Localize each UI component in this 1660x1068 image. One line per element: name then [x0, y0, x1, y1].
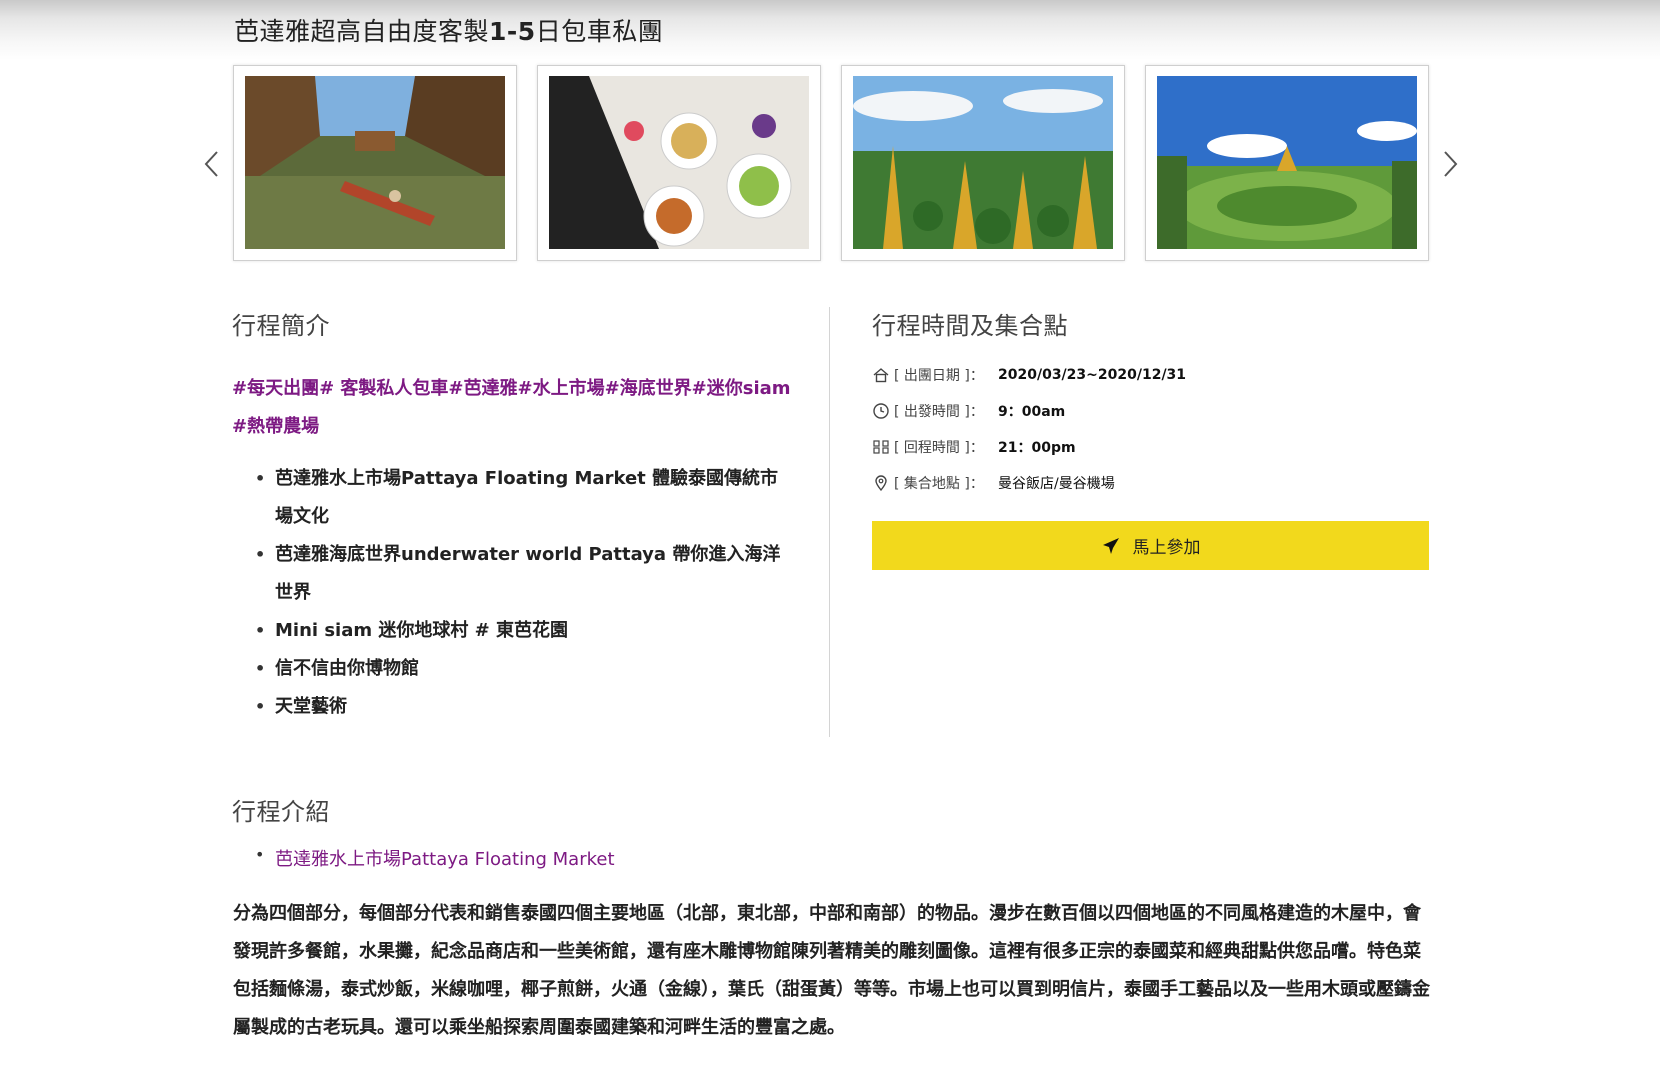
golden-pagoda-garden-photo: [853, 76, 1113, 249]
hashtags: #每天出團# 客製私人包車#芭達雅#水上市場#海底世界#迷你siam #熱帶農場: [232, 378, 791, 437]
chevron-right-icon: [1444, 151, 1458, 177]
list-item: 天堂藝術: [255, 688, 785, 726]
intro-paragraph: 分為四個部分，每個部分代表和銷售泰國四個主要地區（北部，東北部，中部和南部）的物…: [233, 903, 1430, 1038]
airplane-icon: [1102, 537, 1119, 554]
list-item: 芭達雅海底世界underwater world Pattaya 帶你進入海洋世界: [255, 536, 785, 612]
highlight-list: 芭達雅水上市場Pattaya Floating Market 體驗泰國傳統市場文…: [255, 460, 785, 726]
carousel-card-3[interactable]: [841, 65, 1125, 261]
nong-nooch-garden-photo: [1157, 76, 1417, 249]
thai-food-photo: [549, 76, 809, 249]
list-item: Mini siam 迷你地球村 # 東芭花園: [255, 612, 785, 650]
meeting-point-row: [ 集合地點 ]： 曼谷飯店/曼谷機場: [872, 472, 1115, 494]
carousel-next-button[interactable]: [1440, 150, 1460, 178]
chevron-left-icon: [204, 151, 218, 177]
return-time-label: [ 回程時間 ]：: [894, 440, 984, 456]
carousel-card-2[interactable]: [537, 65, 821, 261]
departure-date-row: [ 出團日期 ]： 2020/03/23~2020/12/31: [872, 364, 1186, 386]
return-time-value: 21：00pm: [998, 440, 1076, 456]
departure-time-value: 9：00am: [998, 404, 1066, 420]
return-icon: [873, 440, 889, 454]
location-pin-icon: [875, 475, 887, 492]
schedule-heading: 行程時間及集合點: [872, 312, 1068, 340]
list-item: 芭達雅水上市場Pattaya Floating Market 體驗泰國傳統市場文…: [255, 460, 785, 536]
home-icon: [873, 368, 889, 383]
meeting-point-label: [ 集合地點 ]：: [894, 476, 984, 492]
departure-date-label: [ 出團日期 ]：: [894, 368, 984, 384]
departure-time-row: [ 出發時間 ]： 9：00am: [872, 400, 1065, 422]
carousel-card-1[interactable]: [233, 65, 517, 261]
list-item: 信不信由你博物館: [255, 650, 785, 688]
clock-icon: [873, 403, 889, 419]
column-divider: [829, 307, 830, 737]
meeting-point-value: 曼谷飯店/曼谷機場: [998, 476, 1115, 492]
departure-date-value: 2020/03/23~2020/12/31: [998, 367, 1187, 383]
floating-market-photo: [245, 76, 505, 249]
carousel-card-4[interactable]: [1145, 65, 1429, 261]
join-now-label: 馬上參加: [1132, 538, 1201, 558]
intro-heading: 行程介紹: [232, 798, 330, 826]
return-time-row: [ 回程時間 ]： 21：00pm: [872, 436, 1076, 458]
join-now-button[interactable]: 馬上參加: [872, 521, 1429, 570]
carousel-prev-button[interactable]: [202, 150, 222, 178]
page-title: 芭達雅超高自由度客製1-5日包車私團: [234, 17, 664, 46]
intro-floating-market-link[interactable]: 芭達雅水上市場Pattaya Floating Market: [255, 845, 615, 871]
summary-heading: 行程簡介: [232, 312, 330, 340]
departure-time-label: [ 出發時間 ]：: [894, 404, 984, 420]
